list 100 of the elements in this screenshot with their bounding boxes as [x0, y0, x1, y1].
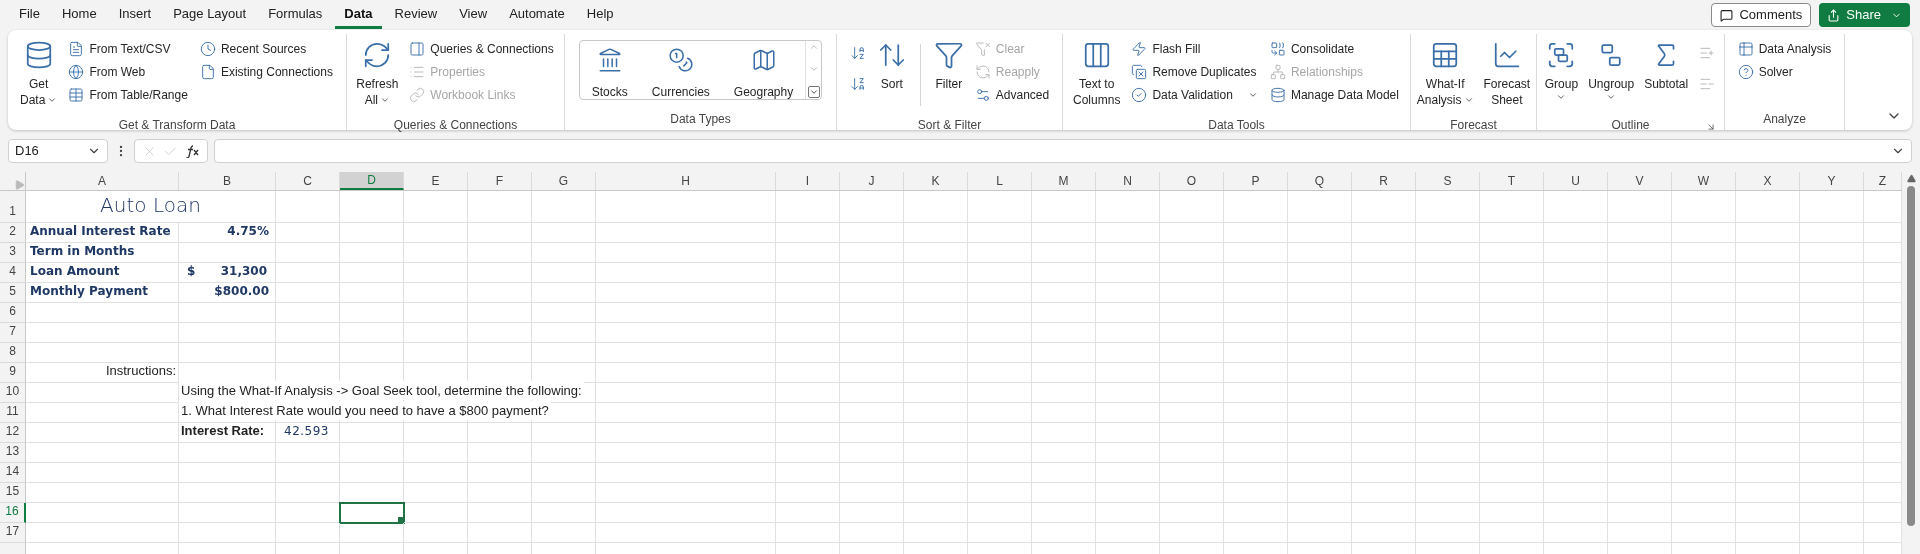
scroll-up-icon[interactable] [1906, 174, 1916, 183]
scroll-thumb[interactable] [1907, 186, 1915, 526]
menu-tab[interactable]: Home [52, 1, 106, 29]
ribbon-button[interactable]: What-If Analysis [1411, 34, 1479, 116]
row-header[interactable]: 16 [0, 503, 26, 523]
column-header[interactable]: M [1032, 172, 1096, 190]
group-label: Data Types [670, 111, 731, 128]
column-header[interactable]: R [1352, 172, 1416, 190]
menu-tab[interactable]: Help [577, 1, 623, 29]
selected-cell[interactable] [340, 503, 404, 523]
row-header[interactable]: 6 [0, 303, 26, 323]
instruction-text: Using the What-If Analysis -> Goal Seek tool, determine the following: [179, 380, 584, 400]
data-type-button[interactable]: Stocks [579, 41, 640, 99]
row-header[interactable]: 8 [0, 343, 26, 363]
menu-tab[interactable]: Page Layout [164, 1, 256, 29]
column-header[interactable]: Y [1800, 172, 1864, 190]
column-header[interactable]: J [840, 172, 904, 190]
ribbon-button[interactable]: Existing Connections [196, 61, 336, 82]
row-header[interactable]: 2 [0, 223, 26, 243]
column-header[interactable]: L [968, 172, 1032, 190]
column-header[interactable]: G [532, 172, 596, 190]
column-header[interactable]: N [1096, 172, 1160, 190]
column-header[interactable]: P [1224, 172, 1288, 190]
column-header[interactable]: Q [1288, 172, 1352, 190]
ribbon-button[interactable]: Text to Columns [1068, 34, 1126, 116]
column-header[interactable]: H [596, 172, 776, 190]
column-header[interactable]: D [340, 172, 404, 190]
row-header[interactable]: 3 [0, 243, 26, 263]
column-header[interactable]: A [26, 172, 179, 190]
column-header[interactable]: U [1544, 172, 1608, 190]
more-icon[interactable] [807, 86, 820, 98]
data-type-button[interactable]: Geography [721, 41, 806, 99]
ribbon-button[interactable]: Recent Sources [196, 38, 336, 59]
menu-tab[interactable]: Formulas [259, 1, 332, 29]
formula-input[interactable] [214, 139, 1912, 163]
text-file-icon [68, 40, 85, 57]
column-header[interactable]: E [404, 172, 468, 190]
row-header[interactable]: 10 [0, 383, 26, 403]
row-header[interactable]: 4 [0, 263, 26, 283]
consolidate-icon [1269, 40, 1286, 57]
column-header[interactable]: F [468, 172, 532, 190]
column-header[interactable]: O [1160, 172, 1224, 190]
ribbon-button[interactable]: Forecast Sheet [1478, 34, 1536, 116]
ribbon-button[interactable]: Manage Data Model [1266, 84, 1402, 105]
ribbon-button[interactable]: Data Validation [1128, 84, 1261, 105]
ribbon-button[interactable]: Advanced [971, 84, 1053, 105]
menu-tab[interactable]: View [450, 1, 497, 29]
column-header[interactable]: W [1672, 172, 1736, 190]
map-icon [750, 47, 777, 73]
row-header[interactable]: 17 [0, 523, 26, 543]
ribbon-button[interactable]: Ungroup [1583, 34, 1640, 116]
name-box[interactable]: D16 [8, 139, 108, 163]
row-header[interactable]: 14 [0, 463, 26, 483]
ribbon-button[interactable]: Filter [928, 34, 969, 116]
column-header[interactable]: I [776, 172, 840, 190]
column-header[interactable]: S [1416, 172, 1480, 190]
menu-tab[interactable]: Review [385, 1, 447, 29]
vertical-scrollbar[interactable] [1902, 172, 1920, 554]
fill-handle[interactable] [398, 517, 403, 522]
row-header[interactable]: 1 [0, 191, 26, 223]
row-header[interactable]: 15 [0, 483, 26, 503]
ribbon-button[interactable]: From Text/CSV [65, 38, 191, 59]
globe-icon [68, 63, 85, 80]
column-header[interactable]: T [1480, 172, 1544, 190]
ribbon-button[interactable]: Consolidate [1266, 38, 1402, 59]
ribbon-button[interactable]: Get Data [15, 34, 63, 116]
menu-tab[interactable]: Insert [109, 1, 161, 29]
ribbon-button[interactable]: Refresh All [351, 34, 404, 116]
ribbon-button[interactable]: Group [1539, 34, 1584, 116]
ribbon-button[interactable]: Flash Fill [1128, 38, 1261, 59]
ribbon-button[interactable]: Subtotal [1639, 34, 1694, 116]
data-type-button[interactable]: Currencies [639, 41, 722, 99]
dialog-launcher-icon[interactable] [1706, 122, 1716, 132]
ribbon-button[interactable]: Solver [1734, 61, 1835, 82]
column-header[interactable]: V [1608, 172, 1672, 190]
scroll-down-icon[interactable] [808, 64, 819, 74]
ribbon-button[interactable]: From Table/Range [65, 84, 191, 105]
select-all-icon[interactable] [15, 180, 25, 190]
row-header[interactable]: 11 [0, 403, 26, 423]
row-header[interactable]: 12 [0, 423, 26, 443]
ribbon-button[interactable]: Queries & Connections [406, 38, 557, 59]
ribbon-button[interactable]: From Web [65, 61, 191, 82]
ribbon-button[interactable]: Data Analysis [1734, 38, 1835, 59]
group-label: Sort & Filter [917, 117, 982, 134]
row-header[interactable]: 5 [0, 283, 26, 303]
row-header[interactable]: 13 [0, 443, 26, 463]
function-icon[interactable] [184, 144, 200, 158]
column-header[interactable]: B [179, 172, 276, 190]
share-button[interactable]: Share [1819, 3, 1910, 27]
ribbon-button[interactable]: Remove Duplicates [1128, 61, 1261, 82]
comments-button[interactable]: Comments [1711, 3, 1812, 27]
row-header[interactable]: 9 [0, 363, 26, 383]
column-header[interactable]: X [1736, 172, 1800, 190]
column-header[interactable]: K [904, 172, 968, 190]
row-header[interactable]: 7 [0, 323, 26, 343]
menu-tab[interactable]: File [10, 1, 49, 29]
sheet-title: Auto Loan [100, 192, 201, 219]
ribbon-button[interactable]: Sort [871, 34, 912, 116]
reapply-icon [974, 63, 991, 80]
menu-tab[interactable]: Automate [500, 1, 574, 29]
